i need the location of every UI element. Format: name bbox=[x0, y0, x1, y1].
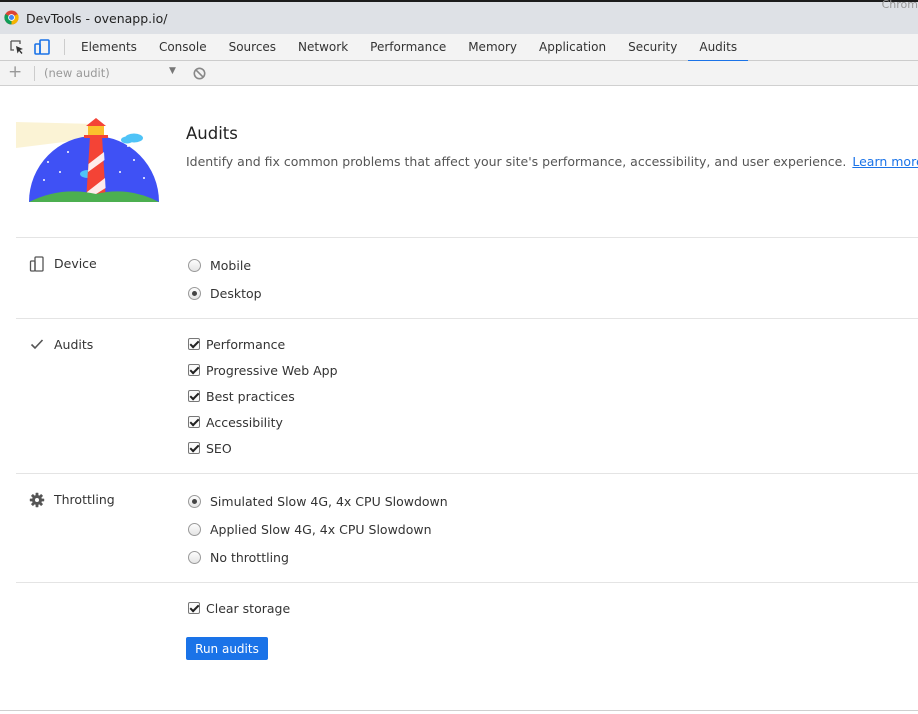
clear-storage-option[interactable]: Clear storage bbox=[188, 599, 290, 617]
lighthouse-logo bbox=[16, 118, 159, 202]
throttling-section-label: Throttling bbox=[54, 492, 115, 507]
tab-elements[interactable]: Elements bbox=[70, 34, 148, 61]
option-label: Best practices bbox=[206, 388, 295, 404]
applied-throttling-radio[interactable] bbox=[188, 522, 201, 536]
clear-all-icon[interactable] bbox=[193, 67, 206, 80]
tab-memory[interactable]: Memory bbox=[457, 34, 528, 61]
device-toolbar-icon[interactable] bbox=[33, 38, 51, 56]
tab-sources[interactable]: Sources bbox=[218, 34, 287, 61]
throttling-option-applied[interactable]: Applied Slow 4G, 4x CPU Slowdown bbox=[188, 520, 432, 538]
accessibility-checkbox[interactable] bbox=[188, 416, 200, 428]
option-label: Mobile bbox=[210, 257, 252, 273]
section-divider bbox=[16, 473, 918, 474]
option-label: No throttling bbox=[210, 549, 289, 565]
toolbar-divider bbox=[34, 66, 35, 81]
page-title: Audits bbox=[186, 124, 238, 143]
tab-network[interactable]: Network bbox=[287, 34, 359, 61]
option-label: Performance bbox=[206, 336, 286, 352]
tab-audits[interactable]: Audits bbox=[688, 34, 748, 62]
device-option-desktop[interactable]: Desktop bbox=[188, 284, 262, 302]
window-title: DevTools - ovenapp.io/ bbox=[26, 11, 168, 26]
simulated-throttling-radio[interactable] bbox=[188, 494, 201, 508]
section-divider bbox=[16, 318, 918, 319]
tab-performance[interactable]: Performance bbox=[359, 34, 457, 61]
option-label: Desktop bbox=[210, 285, 262, 301]
option-label: SEO bbox=[206, 440, 232, 456]
audit-option-best-practices[interactable]: Best practices bbox=[188, 387, 295, 405]
window-corner-text: Chrom bbox=[881, 0, 918, 11]
device-icon bbox=[29, 256, 44, 272]
option-label: Clear storage bbox=[206, 600, 291, 616]
checkmark-icon bbox=[30, 339, 44, 350]
pwa-checkbox[interactable] bbox=[188, 364, 200, 376]
tab-application[interactable]: Application bbox=[528, 34, 617, 61]
learn-more-link[interactable]: Learn more bbox=[852, 154, 918, 169]
tab-console[interactable]: Console bbox=[148, 34, 218, 61]
option-label: Simulated Slow 4G, 4x CPU Slowdown bbox=[210, 493, 448, 509]
throttling-option-none[interactable]: No throttling bbox=[188, 548, 289, 566]
performance-checkbox[interactable] bbox=[188, 338, 200, 350]
panel-tabs: Elements Console Sources Network Perform… bbox=[70, 34, 748, 62]
run-audits-button[interactable]: Run audits bbox=[186, 637, 268, 660]
gear-icon bbox=[29, 492, 45, 508]
audit-option-seo[interactable]: SEO bbox=[188, 439, 232, 457]
section-divider bbox=[16, 582, 918, 583]
audits-section-label: Audits bbox=[54, 337, 94, 352]
tab-security[interactable]: Security bbox=[617, 34, 688, 61]
device-section-label: Device bbox=[54, 256, 97, 271]
desktop-radio[interactable] bbox=[188, 286, 201, 300]
chrome-logo-icon bbox=[4, 10, 19, 25]
new-audit-button[interactable]: + bbox=[8, 63, 22, 81]
seo-checkbox[interactable] bbox=[188, 442, 200, 454]
description-text: Identify and fix common problems that af… bbox=[186, 154, 847, 169]
inspect-element-icon[interactable] bbox=[8, 38, 26, 56]
devtools-tabbar: Elements Console Sources Network Perform… bbox=[0, 34, 918, 62]
bottom-border bbox=[0, 710, 918, 711]
section-divider bbox=[16, 237, 918, 238]
device-option-mobile[interactable]: Mobile bbox=[188, 256, 251, 274]
best-practices-checkbox[interactable] bbox=[188, 390, 200, 402]
chevron-down-icon[interactable]: ▼ bbox=[169, 66, 176, 76]
mobile-radio[interactable] bbox=[188, 258, 201, 272]
clear-storage-checkbox[interactable] bbox=[188, 602, 200, 614]
tabbar-divider bbox=[64, 39, 65, 55]
option-label: Applied Slow 4G, 4x CPU Slowdown bbox=[210, 521, 432, 537]
page-description: Identify and fix common problems that af… bbox=[186, 154, 918, 169]
audit-option-pwa[interactable]: Progressive Web App bbox=[188, 361, 338, 379]
audit-option-performance[interactable]: Performance bbox=[188, 335, 285, 353]
audit-report-select[interactable]: (new audit) bbox=[44, 66, 110, 80]
window-titlebar: DevTools - ovenapp.io/ Chrom bbox=[0, 0, 918, 34]
throttling-option-simulated[interactable]: Simulated Slow 4G, 4x CPU Slowdown bbox=[188, 492, 448, 510]
option-label: Accessibility bbox=[206, 414, 283, 430]
no-throttling-radio[interactable] bbox=[188, 550, 201, 564]
option-label: Progressive Web App bbox=[206, 362, 338, 378]
audits-toolbar: + (new audit) ▼ bbox=[0, 61, 918, 86]
audit-option-accessibility[interactable]: Accessibility bbox=[188, 413, 283, 431]
